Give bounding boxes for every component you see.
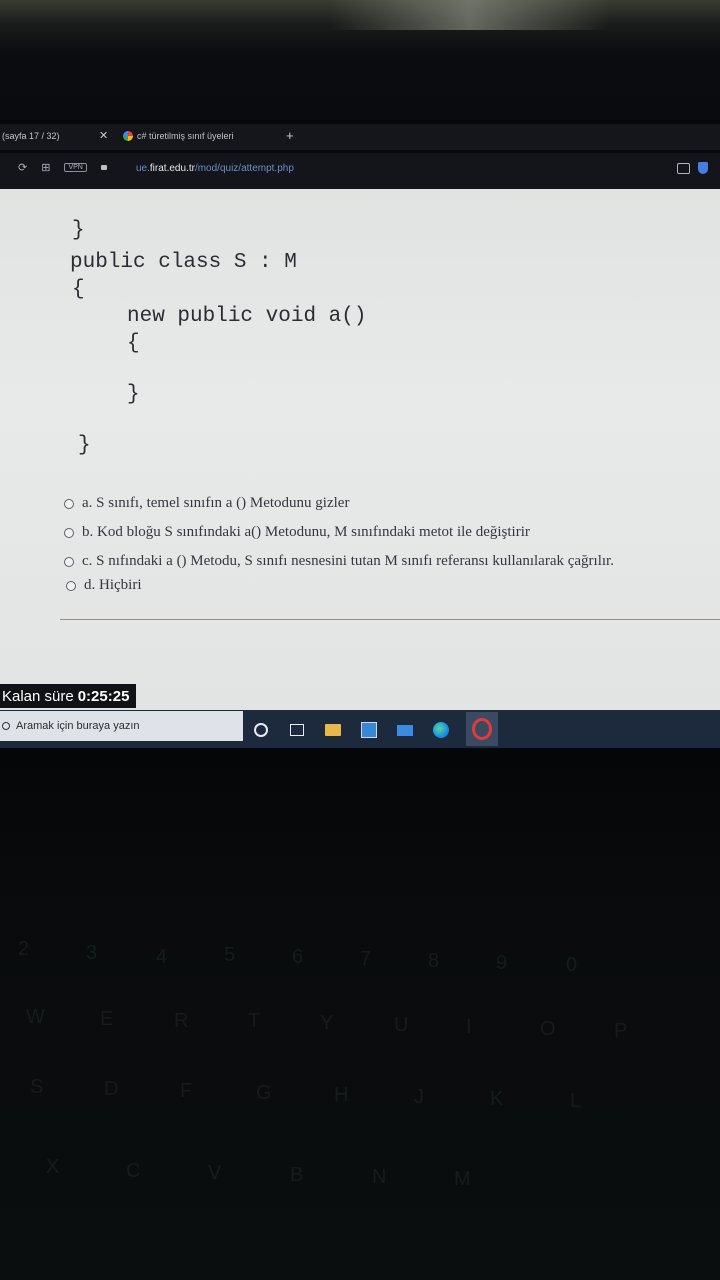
code-line: public class S : M bbox=[70, 251, 297, 274]
option-c[interactable]: c. S nıfındaki a () Metodu, S sınıfı nes… bbox=[64, 553, 614, 570]
edge-button[interactable] bbox=[430, 719, 452, 741]
task-view-button[interactable] bbox=[286, 719, 308, 741]
new-tab-icon[interactable]: + bbox=[286, 128, 294, 143]
keyboard-key: S bbox=[30, 1076, 44, 1098]
keyboard-key: 6 bbox=[292, 946, 304, 968]
option-label: b. Kod bloğu S sınıfındaki a() Metodunu,… bbox=[82, 524, 530, 540]
keyboard-key: F bbox=[180, 1080, 193, 1102]
google-icon bbox=[123, 131, 133, 141]
keyboard-key: 4 bbox=[156, 946, 168, 968]
option-b[interactable]: b. Kod bloğu S sınıfındaki a() Metodunu,… bbox=[64, 524, 530, 541]
keyboard-key: W bbox=[26, 1006, 45, 1028]
code-line: { bbox=[72, 278, 85, 301]
keyboard-key: X bbox=[46, 1156, 60, 1178]
cortana-icon bbox=[254, 723, 268, 737]
code-line: { bbox=[64, 332, 140, 355]
radio-button[interactable] bbox=[64, 527, 74, 538]
quiz-page: } public class S : M { new public void a… bbox=[0, 189, 720, 721]
code-line: } bbox=[64, 383, 140, 406]
light-glare bbox=[330, 0, 610, 30]
store-button[interactable] bbox=[358, 719, 380, 741]
background-top bbox=[0, 0, 720, 120]
search-icon bbox=[2, 722, 10, 730]
option-a[interactable]: a. S sınıfı, temel sınıfın a () Metodunu… bbox=[64, 495, 349, 512]
url-path: /mod/quiz/attempt.php bbox=[194, 163, 294, 174]
store-icon bbox=[361, 722, 377, 738]
keyboard-key: R bbox=[174, 1010, 189, 1032]
keyboard-key: 7 bbox=[360, 948, 372, 970]
option-d[interactable]: d. Hiçbiri bbox=[66, 577, 142, 594]
keyboard-key: U bbox=[394, 1014, 409, 1036]
radio-button[interactable] bbox=[64, 556, 74, 567]
keyboard-key: M bbox=[454, 1168, 471, 1190]
option-label: c. S nıfındaki a () Metodu, S sınıfı nes… bbox=[82, 553, 614, 569]
code-line: } bbox=[78, 434, 91, 457]
keyboard-key: E bbox=[100, 1008, 114, 1030]
keyboard-key: G bbox=[256, 1082, 272, 1104]
reload-icon[interactable]: ⟳ bbox=[18, 161, 27, 174]
url-prefix: ue. bbox=[136, 163, 150, 174]
url-field[interactable]: ue.firat.edu.tr/mod/quiz/attempt.php bbox=[136, 163, 294, 174]
keyboard-key: T bbox=[248, 1010, 261, 1032]
radio-button[interactable] bbox=[66, 580, 76, 591]
opera-icon bbox=[472, 718, 492, 740]
taskbar-search[interactable]: Aramak için buraya yazın bbox=[0, 711, 243, 741]
speed-dial-icon[interactable]: ⊞ bbox=[41, 161, 50, 174]
vpn-badge[interactable]: VPN bbox=[64, 163, 87, 172]
timer-value: 0:25:25 bbox=[77, 687, 130, 705]
keyboard-key: 2 bbox=[18, 938, 30, 960]
search-placeholder: Aramak için buraya yazın bbox=[16, 720, 140, 732]
tab-quiz-page[interactable]: (sayfa 17 / 32) bbox=[2, 131, 60, 141]
address-bar: ⟳ ⊞ VPN ue.firat.edu.tr/mod/quiz/attempt… bbox=[0, 153, 720, 189]
keyboard-key: P bbox=[614, 1020, 628, 1042]
keyboard-key: O bbox=[540, 1018, 556, 1040]
folder-icon bbox=[325, 724, 341, 736]
keyboard-key: K bbox=[490, 1088, 504, 1110]
keyboard-key: I bbox=[466, 1016, 472, 1038]
keyboard-key: 3 bbox=[86, 942, 98, 964]
close-tab-icon[interactable]: ✕ bbox=[99, 129, 108, 142]
code-block: } public class S : M { new public void a… bbox=[70, 217, 366, 460]
url-host: firat.edu.tr bbox=[149, 163, 195, 174]
radio-button[interactable] bbox=[64, 498, 74, 509]
cortana-button[interactable] bbox=[250, 719, 272, 741]
windows-taskbar: Aramak için buraya yazın bbox=[0, 710, 720, 748]
keyboard-key: 5 bbox=[224, 944, 236, 966]
keyboard-key: 8 bbox=[428, 950, 440, 972]
keyboard-key: L bbox=[570, 1090, 582, 1112]
tab-search[interactable]: c# türetilmiş sınıf üyeleri bbox=[123, 131, 234, 141]
keyboard-key: C bbox=[126, 1160, 141, 1182]
divider bbox=[60, 619, 720, 620]
task-view-icon bbox=[290, 724, 304, 736]
option-label: d. Hiçbiri bbox=[84, 577, 142, 593]
mail-icon bbox=[397, 724, 413, 736]
keyboard-key: B bbox=[290, 1164, 304, 1186]
keyboard-key: Y bbox=[320, 1012, 334, 1034]
keyboard-key: D bbox=[104, 1078, 119, 1100]
timer-label: Kalan süre bbox=[2, 687, 74, 705]
snapshot-icon[interactable] bbox=[677, 162, 690, 174]
keyboard-key: N bbox=[372, 1166, 387, 1188]
edge-icon bbox=[433, 722, 449, 738]
opera-button[interactable] bbox=[466, 712, 498, 746]
option-label: a. S sınıfı, temel sınıfın a () Metodunu… bbox=[82, 495, 350, 511]
tab-search-label: c# türetilmiş sınıf üyeleri bbox=[137, 131, 234, 141]
file-explorer-button[interactable] bbox=[322, 719, 344, 741]
quiz-timer: Kalan süre 0:25:25 bbox=[0, 684, 136, 708]
code-line: new public void a() bbox=[64, 305, 367, 328]
browser-tab-bar: (sayfa 17 / 32) ✕ c# türetilmiş sınıf üy… bbox=[0, 124, 720, 150]
laptop-keyboard: 2 3 4 5 6 7 8 9 0 W E R T Y U I O P S D … bbox=[0, 750, 720, 1280]
shield-icon[interactable] bbox=[698, 162, 708, 174]
keyboard-key: 9 bbox=[496, 952, 508, 974]
keyboard-key: V bbox=[208, 1162, 222, 1184]
mail-button[interactable] bbox=[394, 719, 416, 741]
keyboard-key: H bbox=[334, 1084, 349, 1106]
code-line: } bbox=[72, 219, 85, 242]
lock-icon bbox=[100, 165, 107, 170]
keyboard-key: J bbox=[414, 1086, 424, 1108]
keyboard-key: 0 bbox=[566, 954, 578, 976]
